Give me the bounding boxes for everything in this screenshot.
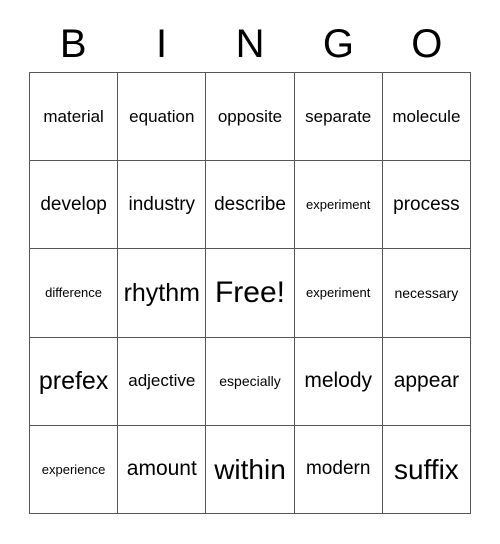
bingo-cell-label: equation — [129, 106, 195, 126]
header-letter-i: I — [156, 22, 168, 66]
bingo-cell-label: appear — [393, 369, 460, 393]
bingo-cell-label: adjective — [128, 371, 196, 391]
bingo-cell-label: amount — [126, 457, 197, 481]
bingo-cell[interactable]: describe — [206, 161, 295, 250]
bingo-cell[interactable]: adjective — [118, 337, 207, 426]
bingo-cell[interactable]: opposite — [206, 73, 295, 162]
header-letter-g: G — [322, 22, 354, 66]
bingo-cell[interactable]: material — [30, 73, 119, 162]
bingo-cell-label: molecule — [392, 106, 461, 126]
bingo-cell-label: industry — [128, 193, 196, 215]
header-letter-b: B — [59, 22, 87, 66]
bingo-cell[interactable]: separate — [294, 73, 383, 162]
bingo-cell-label: melody — [304, 369, 373, 393]
bingo-cell[interactable]: industry — [118, 161, 207, 250]
header-letter-o: O — [411, 22, 443, 66]
bingo-cell-label: prefex — [38, 367, 109, 396]
bingo-cell-label: rhythm — [123, 278, 200, 307]
bingo-cell-label: difference — [45, 285, 103, 301]
bingo-cell[interactable]: modern — [294, 425, 383, 514]
bingo-cell-label: material — [43, 106, 104, 126]
bingo-cell[interactable]: prefex — [30, 337, 119, 426]
bingo-cell-label: Free! — [214, 276, 285, 310]
bingo-cell-label: experience — [41, 461, 106, 477]
bingo-cell[interactable]: develop — [30, 161, 119, 250]
bingo-cell[interactable]: experience — [30, 425, 119, 514]
bingo-cell-label: separate — [305, 106, 372, 126]
bingo-cell-label: experiment — [306, 196, 371, 212]
bingo-cell[interactable]: equation — [118, 73, 207, 162]
bingo-cell-label: experiment — [306, 285, 371, 301]
bingo-cell[interactable]: molecule — [382, 73, 471, 162]
bingo-header: B I N G O — [29, 16, 471, 72]
bingo-cell-free[interactable]: Free! — [206, 249, 295, 338]
bingo-cell-label: within — [214, 453, 286, 485]
header-letter-n: N — [235, 22, 265, 66]
bingo-cell-label: describe — [214, 193, 286, 215]
bingo-cell[interactable]: rhythm — [118, 249, 207, 338]
bingo-cell-label: necessary — [394, 284, 459, 301]
bingo-cell[interactable]: appear — [382, 337, 471, 426]
bingo-cell-label: modern — [305, 458, 371, 480]
bingo-grid: material equation opposite separate mole… — [29, 72, 471, 514]
bingo-cell[interactable]: especially — [206, 337, 295, 426]
bingo-cell[interactable]: amount — [118, 425, 207, 514]
bingo-cell[interactable]: necessary — [382, 249, 471, 338]
bingo-cell[interactable]: melody — [294, 337, 383, 426]
bingo-cell[interactable]: within — [206, 425, 295, 514]
bingo-cell[interactable]: experiment — [294, 249, 383, 338]
bingo-cell[interactable]: suffix — [382, 425, 471, 514]
bingo-cell[interactable]: process — [382, 161, 471, 250]
bingo-cell-label: suffix — [393, 453, 459, 485]
bingo-cell-label: process — [393, 193, 460, 215]
bingo-cell[interactable]: experiment — [294, 161, 383, 250]
bingo-cell-label: develop — [40, 193, 107, 215]
bingo-card: B I N G O material equation opposite sep… — [0, 0, 500, 544]
bingo-cell-label: especially — [219, 372, 281, 389]
bingo-cell-label: opposite — [217, 106, 283, 126]
bingo-cell[interactable]: difference — [30, 249, 119, 338]
